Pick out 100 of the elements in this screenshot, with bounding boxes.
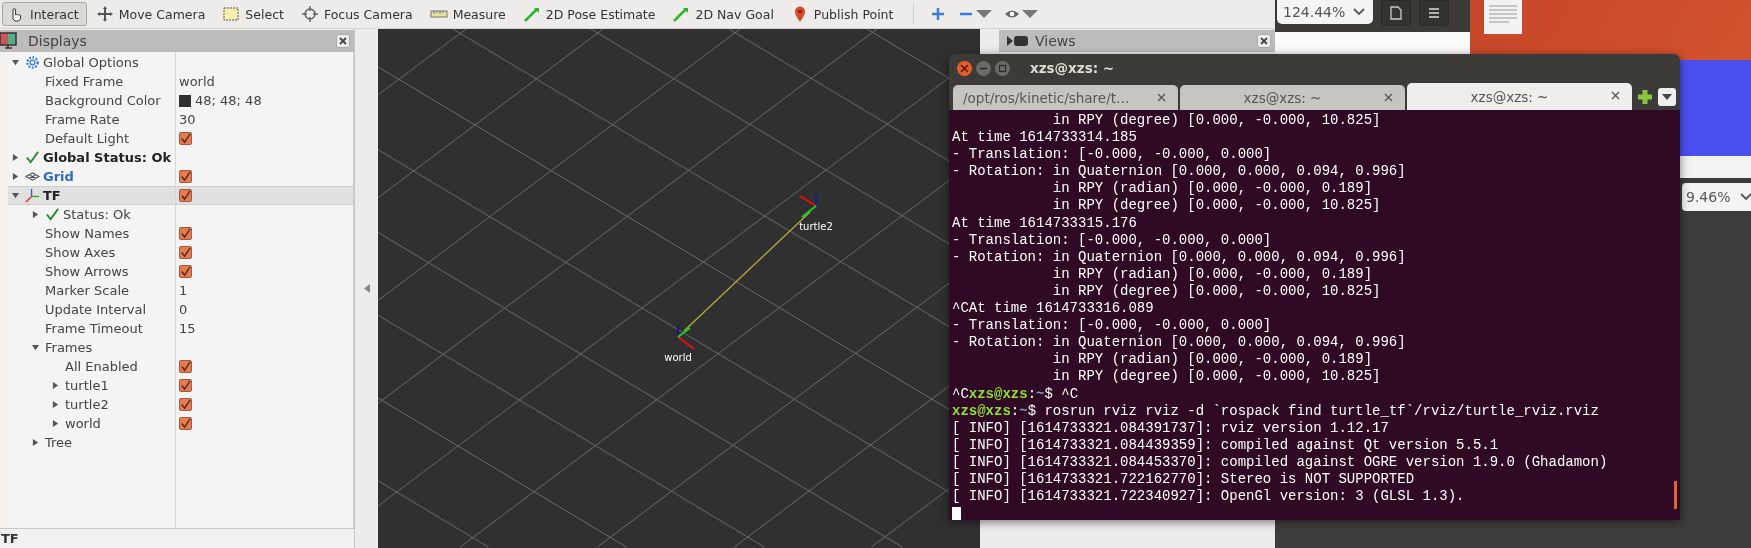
tree-item-label: Default Light <box>45 131 130 146</box>
terminal-line: - Translation: [-0.000, -0.000, 0.000] <box>952 231 1272 249</box>
tab-menu-button[interactable] <box>1658 88 1676 106</box>
panel-title: Views <box>1035 33 1076 49</box>
checkbox[interactable] <box>179 417 192 430</box>
checkbox[interactable] <box>179 132 192 145</box>
close-icon[interactable] <box>1157 93 1166 102</box>
checkbox[interactable] <box>179 398 192 411</box>
terminal-line: in RPY (degree) [0.000, -0.000, 10.825] <box>1051 368 1381 386</box>
terminal-line: [ INFO] [1614733321.722340927]: OpenGl version: 3 (GLSL 1.3). <box>952 488 1465 506</box>
tool-button[interactable]: Measure <box>424 2 514 26</box>
checkbox[interactable] <box>179 189 192 202</box>
close-button[interactable] <box>336 34 350 48</box>
tree-item-label: Frame Rate <box>45 112 120 127</box>
close-button[interactable] <box>957 60 972 76</box>
terminal-line: in RPY (degree) [0.000, -0.000, 10.825] <box>1051 197 1381 215</box>
select-icon <box>222 5 241 23</box>
window-title: xzs@xzs: ~ <box>1030 60 1115 76</box>
collapse-arrow-icon[interactable] <box>363 284 370 293</box>
menu-button[interactable] <box>1419 0 1450 26</box>
checkbox[interactable] <box>179 379 192 392</box>
tree-item-label: Show Names <box>45 226 130 241</box>
close-icon[interactable] <box>1384 93 1393 102</box>
plus-icon <box>1636 88 1654 106</box>
checkbox[interactable] <box>179 265 192 278</box>
maximize-button[interactable] <box>995 60 1010 76</box>
zoom-dropdown[interactable]: 124.44% <box>1277 0 1374 24</box>
tree-item-label: Frames <box>45 340 93 355</box>
terminal-line: in RPY (radian) [0.000, -0.000, 0.189] <box>1051 180 1373 198</box>
axes-marker <box>799 193 817 218</box>
plus-icon <box>930 6 947 22</box>
close-button[interactable] <box>1257 34 1271 48</box>
color-swatch <box>179 94 191 107</box>
zoom-dropdown[interactable]: 9.46% <box>1682 183 1751 211</box>
maximize-icon <box>998 63 1007 73</box>
focus-camera-icon <box>300 5 319 23</box>
minimize-button[interactable] <box>976 60 991 76</box>
property-value: 48; 48; 48 <box>195 93 262 108</box>
tool-button[interactable]: Publish Point <box>785 2 902 26</box>
scrollbar-thumb[interactable] <box>1674 481 1677 510</box>
terminal-line: At time 1614733314.185 <box>952 129 1137 147</box>
menu-icon <box>1427 6 1442 20</box>
tool-button[interactable]: Interact <box>2 2 87 26</box>
frame-label: world <box>664 352 692 363</box>
nav-goal-icon <box>672 5 691 23</box>
tree-item-label: Update Interval <box>45 302 146 317</box>
tree-item-label: turtle2 <box>65 397 109 412</box>
property-value: 30 <box>179 112 196 127</box>
chevron-icon <box>1740 193 1751 201</box>
checkbox[interactable] <box>179 227 192 240</box>
search-doc-button[interactable] <box>1381 0 1412 26</box>
checkmark-icon <box>25 150 40 165</box>
tool-button[interactable]: Focus Camera <box>295 2 421 26</box>
tree-item-label: Grid <box>43 169 74 184</box>
terminal-line: ^CAt time 1614733316.089 <box>952 300 1154 318</box>
checkmark-icon <box>45 207 60 222</box>
terminal-line: xzs@xzs:~$ rosrun rviz rviz -d `rospack find turtle_tf`/rviz/turtle_rviz.rviz <box>952 402 1599 420</box>
axes-icon <box>25 188 40 203</box>
tree-item-label: world <box>65 416 101 431</box>
terminal-line: [ INFO] [1614733321.084391737]: rviz version 1.12.17 <box>952 419 1389 437</box>
terminal-line: ^Cxzs@xzs:~$ ^C <box>952 385 1079 403</box>
terminal-line: [ INFO] [1614733321.084453370]: compiled against OGRE version 1.9.0 (Ghadamon) <box>952 453 1608 471</box>
tree-item-label: Tree <box>45 435 73 450</box>
checkbox[interactable] <box>179 246 192 259</box>
frame-label: turtle2 <box>799 221 833 232</box>
terminal-line: in RPY (degree) [0.000, -0.000, 10.825] <box>1051 282 1381 301</box>
tree-item-label: Show Arrows <box>45 264 129 279</box>
terminal-line: [ INFO] [1614733321.722162770]: Stereo is NOT SUPPORTED <box>952 470 1415 489</box>
tree-item-label: All Enabled <box>65 359 138 374</box>
tool-button[interactable]: Move Camera <box>90 2 214 26</box>
move-camera-icon <box>95 5 114 23</box>
checkbox[interactable] <box>179 360 192 373</box>
tree-item-label: TF <box>43 188 61 203</box>
tree-item-label: Background Color <box>45 93 161 108</box>
checkbox[interactable] <box>179 170 192 183</box>
description-title: TF <box>0 528 354 548</box>
tree-item-label: Marker Scale <box>45 283 130 298</box>
property-value: world <box>179 74 215 89</box>
tool-button[interactable]: Select <box>217 2 292 26</box>
tree-row-highlight[interactable]: TF <box>8 186 353 205</box>
tree-item-label: turtle1 <box>65 378 109 393</box>
axes-marker <box>677 324 695 350</box>
panel-title: Displays <box>28 33 87 49</box>
tree-item-label: Status: Ok <box>63 207 131 222</box>
camera-icon <box>1007 35 1029 47</box>
tool-button[interactable]: 2D Pose Estimate <box>517 2 664 26</box>
terminal-line: [ INFO] [1614733321.084439359]: compiled against Qt version 5.5.1 <box>952 436 1499 454</box>
tree-item-label: Global Status: Ok <box>43 150 172 165</box>
terminal-line: At time 1614733315.176 <box>952 214 1137 232</box>
terminal-tab[interactable]: /opt/ros/kinetic/share/t… <box>953 85 1178 110</box>
terminal-line: in RPY (radian) [0.000, -0.000, 0.189] <box>1051 351 1373 369</box>
tree-item-label: Frame Timeout <box>45 321 143 336</box>
chevron-icon <box>1353 8 1366 16</box>
terminal-line: in RPY (radian) [0.000, -0.000, 0.189] <box>1051 265 1373 283</box>
close-icon[interactable] <box>1611 91 1620 100</box>
terminal-tab[interactable]: xzs@xzs: ~ <box>1407 83 1632 110</box>
terminal-line: - Translation: [-0.000, -0.000, 0.000] <box>952 146 1272 164</box>
close-icon <box>960 63 969 73</box>
tool-button[interactable]: 2D Nav Goal <box>667 2 782 26</box>
terminal-tab[interactable]: xzs@xzs: ~ <box>1180 85 1405 110</box>
